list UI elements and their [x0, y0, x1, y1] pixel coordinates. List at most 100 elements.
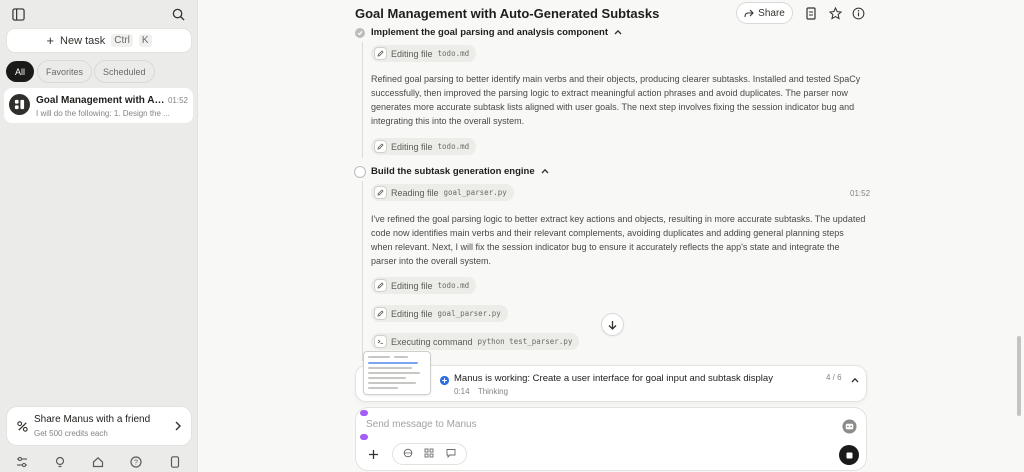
step-1-connector: [362, 42, 363, 158]
filter-tabs: All Favorites Scheduled: [6, 61, 154, 82]
new-task-label: New task: [60, 34, 106, 47]
scrollbar-thumb[interactable]: [1017, 336, 1021, 416]
elapsed-time: 0:14: [454, 387, 470, 396]
chevron-up-icon: [614, 27, 622, 38]
cursor-marker-icon: [360, 410, 368, 416]
task-list-item[interactable]: Goal Management with Auto-Generated Subt…: [4, 88, 193, 123]
settings-sliders-icon[interactable]: [13, 453, 31, 471]
filter-favorites[interactable]: Favorites: [38, 61, 92, 82]
edit-file-icon: [375, 308, 386, 319]
step-1-paragraph: Refined goal parsing to better identify …: [371, 74, 861, 126]
task-title: Goal Management with Auto-Generated Subt…: [36, 95, 168, 106]
share-button[interactable]: Share: [737, 3, 792, 23]
chat-bubble-icon[interactable]: [446, 447, 456, 461]
edit-file-icon: [375, 48, 386, 59]
new-task-button[interactable]: + New task Ctrl K: [7, 29, 191, 52]
step-2-connector: [362, 181, 363, 361]
svg-text:?: ?: [134, 460, 138, 467]
composer-tools: [393, 444, 466, 464]
tool-chip-file: python test_parser.py: [477, 337, 573, 346]
page-title: Goal Management with Auto-Generated Subt…: [355, 6, 660, 21]
tool-chip-file: todo.md: [437, 281, 470, 290]
tool-chip-file: todo.md: [437, 142, 470, 151]
step-1-header[interactable]: Implement the goal parsing and analysis …: [355, 27, 622, 38]
tool-chip-file: goal_parser.py: [443, 188, 507, 197]
chevron-up-icon: [541, 166, 549, 177]
working-spinner-icon: [435, 371, 453, 389]
filter-all[interactable]: All: [6, 61, 35, 82]
terminal-icon: [375, 336, 386, 347]
check-icon: [355, 27, 365, 38]
pending-circle-icon: [355, 166, 365, 177]
tool-chip-label: Editing file: [391, 280, 433, 291]
sidebar-toggle-icon[interactable]: [9, 5, 27, 23]
apps-grid-icon[interactable]: [424, 447, 434, 461]
message-input[interactable]: [366, 419, 766, 430]
info-icon[interactable]: [849, 4, 867, 22]
share-arrow-icon: [744, 9, 754, 17]
task-snippet: I will do the following: 1. Design the .…: [36, 109, 170, 118]
stop-square-icon: [846, 452, 852, 458]
step-2-paragraph: I've refined the goal parsing logic to b…: [371, 214, 866, 266]
status-text: Manus is working: Create a user interfac…: [454, 373, 773, 384]
tool-chip-label: Editing file: [391, 141, 433, 152]
plus-icon: +: [46, 33, 55, 48]
step-progress: 4 / 6: [826, 373, 842, 382]
tool-chip-file: goal_parser.py: [437, 309, 501, 318]
main-panel: Goal Management with Auto-Generated Subt…: [199, 0, 1024, 472]
stop-button[interactable]: [839, 445, 859, 465]
chevron-right-icon: [169, 417, 187, 435]
step-2-header[interactable]: Build the subtask generation engine: [355, 166, 549, 177]
sidebar: + New task Ctrl K All Favorites Schedule…: [0, 0, 198, 472]
scroll-down-button[interactable]: [602, 314, 623, 335]
task-time: 01:52: [167, 96, 188, 105]
thinking-label: Thinking: [477, 387, 509, 396]
step-1-title: Implement the goal parsing and analysis …: [371, 27, 609, 38]
status-elapsed: 0:14 Thinking: [454, 387, 508, 396]
tool-chip-edit[interactable]: Editing file todo.md: [371, 277, 477, 294]
chevron-up-icon[interactable]: [846, 371, 864, 389]
home-icon[interactable]: [89, 453, 107, 471]
search-icon[interactable]: [169, 5, 187, 23]
tool-chip-label: Executing command: [391, 336, 473, 347]
tool-chip-edit[interactable]: Editing file goal_parser.py: [371, 305, 508, 322]
star-icon[interactable]: [826, 4, 844, 22]
sidebar-bottom-bar: ?: [0, 452, 198, 472]
share-label: Share: [758, 7, 785, 19]
browser-icon[interactable]: [403, 447, 413, 461]
tool-chip-label: Editing file: [391, 48, 433, 59]
tool-chip-exec[interactable]: Executing command python test_parser.py: [371, 333, 580, 350]
tool-chip-file: todo.md: [437, 49, 470, 58]
share-subtitle: Get 500 credits each: [34, 429, 108, 438]
tool-chip-label: Editing file: [391, 308, 433, 319]
files-icon[interactable]: [802, 4, 820, 22]
add-attachment-icon[interactable]: [364, 445, 382, 463]
share-card[interactable]: Share Manus with a friend Get 500 credit…: [7, 407, 191, 445]
step-2-title: Build the subtask generation engine: [371, 166, 535, 177]
filter-scheduled[interactable]: Scheduled: [95, 61, 154, 82]
edit-file-icon: [375, 280, 386, 291]
share-title: Share Manus with a friend: [34, 414, 151, 425]
arrow-down-icon: [608, 320, 617, 330]
help-icon[interactable]: ?: [127, 453, 145, 471]
gift-link-icon: [13, 417, 31, 435]
computer-preview-thumbnail[interactable]: [364, 352, 430, 394]
agent-status-bar[interactable]: Manus is working: Create a user interfac…: [356, 352, 866, 401]
sidebar-top-bar: [0, 0, 198, 28]
tool-chip-edit[interactable]: Editing file todo.md: [371, 138, 477, 155]
task-avatar: [9, 94, 30, 115]
step-2-timestamp: 01:52: [850, 189, 871, 198]
task-app-icon: [14, 99, 25, 110]
tool-chip-edit[interactable]: Editing file todo.md: [371, 45, 477, 62]
message-composer: [356, 408, 866, 470]
lightbulb-icon[interactable]: [51, 453, 69, 471]
shortcut-ctrl: Ctrl: [111, 34, 133, 47]
tool-chip-read[interactable]: Reading file goal_parser.py: [371, 184, 514, 201]
mobile-icon[interactable]: [166, 453, 184, 471]
cursor-marker-icon: [360, 434, 368, 440]
robot-icon[interactable]: [840, 417, 858, 435]
edit-file-icon: [375, 141, 386, 152]
read-file-icon: [375, 187, 386, 198]
shortcut-key: K: [138, 34, 152, 47]
tool-chip-label: Reading file: [391, 187, 439, 198]
